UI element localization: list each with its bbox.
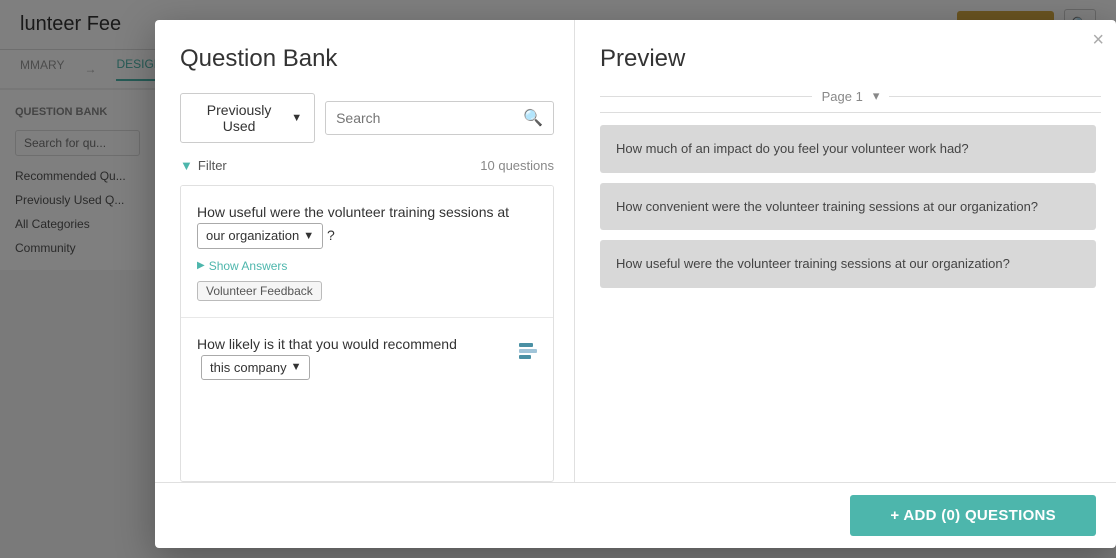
preview-cards: How much of an impact do you feel your v… — [600, 125, 1101, 288]
filter-icon: ▼ — [180, 158, 193, 173]
question-text-before: How useful were the volunteer training s… — [197, 204, 509, 220]
show-answers-link[interactable]: ▶ Show Answers — [197, 259, 537, 273]
chevron-down-icon: ▼ — [291, 112, 302, 124]
company-select-dropdown[interactable]: this company ▼ — [201, 355, 310, 381]
right-panel: Preview Page 1 ▾ How much of an impact d… — [575, 20, 1116, 482]
page-divider-right — [889, 96, 1101, 97]
company-chevron-icon: ▼ — [291, 359, 302, 376]
page-divider-left — [600, 96, 812, 97]
page-chevron-icon[interactable]: ▾ — [873, 88, 880, 104]
chart-icon — [519, 341, 539, 361]
question-text-2: How likely is it that you would recommen… — [197, 334, 537, 381]
org-select-label: our organization — [206, 226, 299, 246]
filter-label[interactable]: ▼ Filter — [180, 158, 227, 173]
category-badge: Volunteer Feedback — [197, 281, 322, 301]
company-select-label: this company — [210, 358, 287, 378]
question2-text-before: How likely is it that you would recommen… — [197, 336, 457, 352]
page-header: Page 1 ▾ — [600, 88, 1101, 113]
preview-card-2: How convenient were the volunteer traini… — [600, 183, 1096, 231]
search-icon: 🔍 — [523, 108, 543, 128]
triangle-icon: ▶ — [197, 260, 205, 271]
question-card-icon[interactable] — [519, 334, 539, 361]
search-box[interactable]: 🔍 — [325, 101, 554, 135]
close-button[interactable]: × — [1092, 30, 1104, 50]
question-bank-modal: × Question Bank Previously Used ▼ 🔍 ▼ Fi… — [155, 20, 1116, 548]
preview-card-3: How useful were the volunteer training s… — [600, 240, 1096, 288]
org-chevron-icon: ▼ — [303, 228, 314, 245]
search-input[interactable] — [336, 110, 517, 126]
question-card: How likely is it that you would recommen… — [181, 318, 553, 407]
page-label: Page 1 — [822, 89, 863, 104]
previously-used-dropdown[interactable]: Previously Used ▼ — [180, 93, 315, 143]
preview-card-1: How much of an impact do you feel your v… — [600, 125, 1096, 173]
filter-text: Filter — [198, 158, 227, 173]
preview-title: Preview — [600, 45, 1101, 73]
questions-list: How useful were the volunteer training s… — [180, 185, 554, 482]
org-select-dropdown[interactable]: our organization ▼ — [197, 223, 323, 249]
question-text-after: ? — [327, 227, 335, 243]
question-card: How useful were the volunteer training s… — [181, 186, 553, 318]
filter-bar: ▼ Filter 10 questions — [180, 158, 554, 173]
add-questions-button[interactable]: + ADD (0) QUESTIONS — [850, 495, 1096, 536]
question-bank-title: Question Bank — [180, 45, 554, 73]
preview-container: Page 1 ▾ How much of an impact do you fe… — [600, 88, 1101, 482]
left-panel: Question Bank Previously Used ▼ 🔍 ▼ Filt… — [155, 20, 575, 482]
dropdown-label: Previously Used — [193, 102, 285, 134]
modal-body: Question Bank Previously Used ▼ 🔍 ▼ Filt… — [155, 20, 1116, 482]
questions-count: 10 questions — [480, 158, 554, 173]
modal-footer: + ADD (0) QUESTIONS — [155, 482, 1116, 548]
question-text: How useful were the volunteer training s… — [197, 202, 537, 249]
show-answers-label: Show Answers — [209, 259, 288, 273]
filter-row: Previously Used ▼ 🔍 — [180, 93, 554, 143]
